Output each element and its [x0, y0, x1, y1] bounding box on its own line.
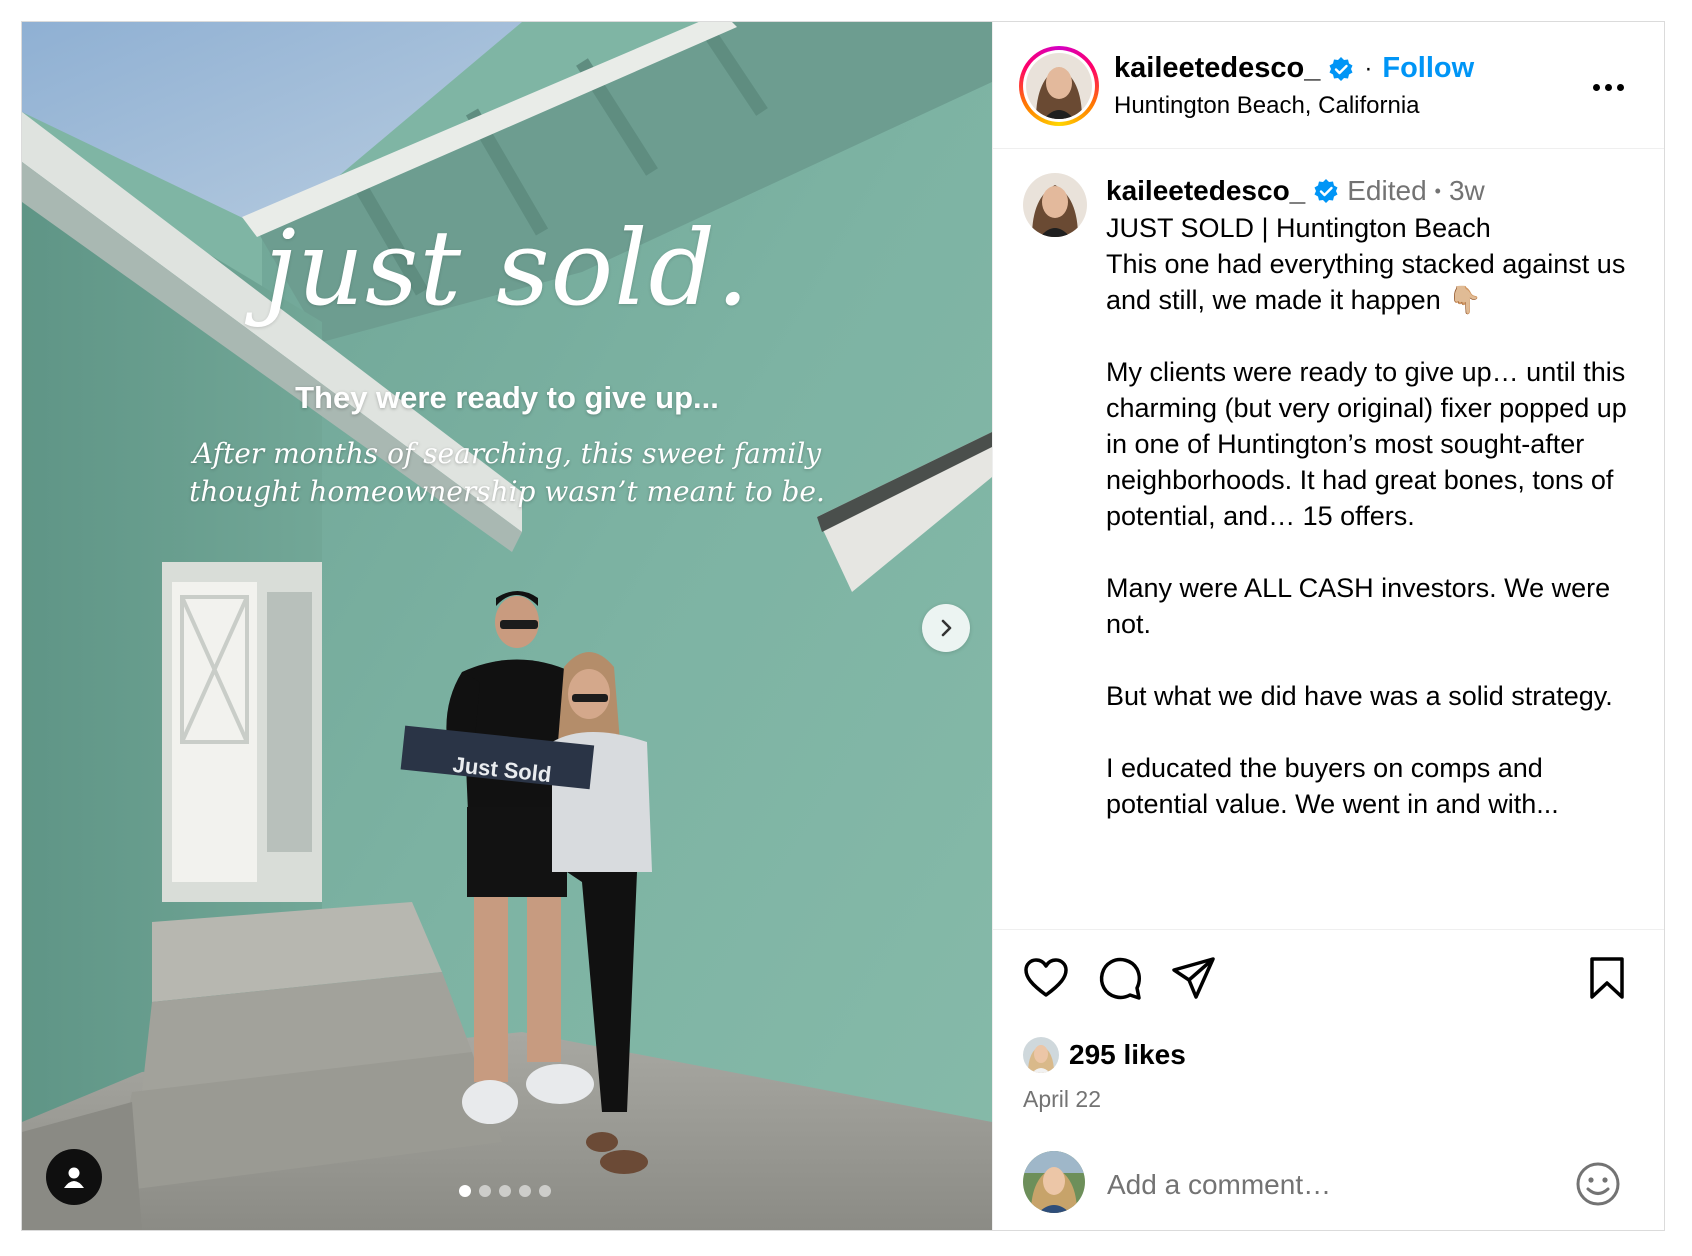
comment-icon[interactable] — [1097, 955, 1143, 1001]
current-user-avatar — [1023, 1151, 1085, 1213]
carousel-dot — [479, 1185, 491, 1197]
caption-section: kaileetedesco_ Edited • 3w JUST SOLD | H… — [993, 149, 1664, 929]
bookmark-icon[interactable] — [1587, 955, 1627, 1001]
next-slide-button[interactable] — [922, 604, 970, 652]
caption-paragraph: I educated the buyers on comps and poten… — [1106, 753, 1559, 819]
post-location[interactable]: Huntington Beach, California — [1114, 92, 1420, 120]
liker-avatar[interactable] — [1023, 1037, 1059, 1073]
post-header: kaileetedesco_ · Follow Huntington Beach… — [993, 22, 1664, 149]
post-sidebar: kaileetedesco_ · Follow Huntington Beach… — [992, 22, 1664, 1230]
verified-badge-icon — [1329, 56, 1353, 81]
share-icon[interactable] — [1171, 955, 1217, 1001]
likes-count[interactable]: 295 likes — [1069, 1039, 1186, 1071]
follow-button[interactable]: Follow — [1382, 52, 1474, 85]
post-age[interactable]: 3w — [1449, 175, 1485, 207]
caption-avatar[interactable] — [1023, 173, 1087, 237]
caption-paragraph: My clients were ready to give up… until … — [1106, 357, 1627, 531]
caption-username[interactable]: kaileetedesco_ — [1106, 175, 1305, 207]
post-photo — [22, 22, 992, 1230]
emoji-icon[interactable] — [1574, 1160, 1622, 1208]
instagram-post: just sold. They were ready to give up...… — [21, 21, 1665, 1231]
overlay-subtitle: They were ready to give up... — [295, 380, 719, 415]
carousel-dot — [539, 1185, 551, 1197]
verified-badge-icon — [1314, 179, 1338, 203]
caption-paragraph: JUST SOLD | Huntington Beach This one ha… — [1106, 213, 1626, 315]
overlay-body: After months of searching, this sweet fa… — [189, 437, 825, 508]
more-options-button[interactable] — [1593, 84, 1624, 91]
caption-text: JUST SOLD | Huntington Beach This one ha… — [1106, 210, 1631, 822]
header-username[interactable]: kaileetedesco_ — [1114, 52, 1320, 85]
caption-paragraph: But what we did have was a solid strateg… — [1106, 681, 1613, 711]
overlay-title: just sold. — [263, 207, 751, 329]
meta-separator: • — [1434, 180, 1441, 201]
comment-bar — [993, 1136, 1664, 1230]
post-media[interactable]: just sold. They were ready to give up...… — [22, 22, 992, 1230]
caption-paragraph: Many were ALL CASH investors. We were no… — [1106, 573, 1611, 639]
carousel-dot — [519, 1185, 531, 1197]
post-date[interactable]: April 22 — [1023, 1086, 1101, 1113]
chevron-right-icon — [941, 619, 952, 637]
avatar — [1026, 53, 1092, 119]
user-icon — [64, 1167, 84, 1188]
story-ring[interactable] — [1019, 46, 1099, 126]
edited-label: Edited — [1347, 175, 1427, 206]
actions-section: 295 likes April 22 — [993, 929, 1664, 1230]
heart-icon[interactable] — [1023, 955, 1069, 1001]
tagged-users-button[interactable] — [46, 1149, 102, 1205]
comment-input[interactable] — [1105, 1166, 1549, 1204]
carousel-indicator — [459, 1185, 551, 1197]
carousel-dot — [459, 1185, 471, 1197]
carousel-dot — [499, 1185, 511, 1197]
more-dots-icon — [1593, 84, 1600, 91]
header-separator: · — [1364, 54, 1373, 82]
